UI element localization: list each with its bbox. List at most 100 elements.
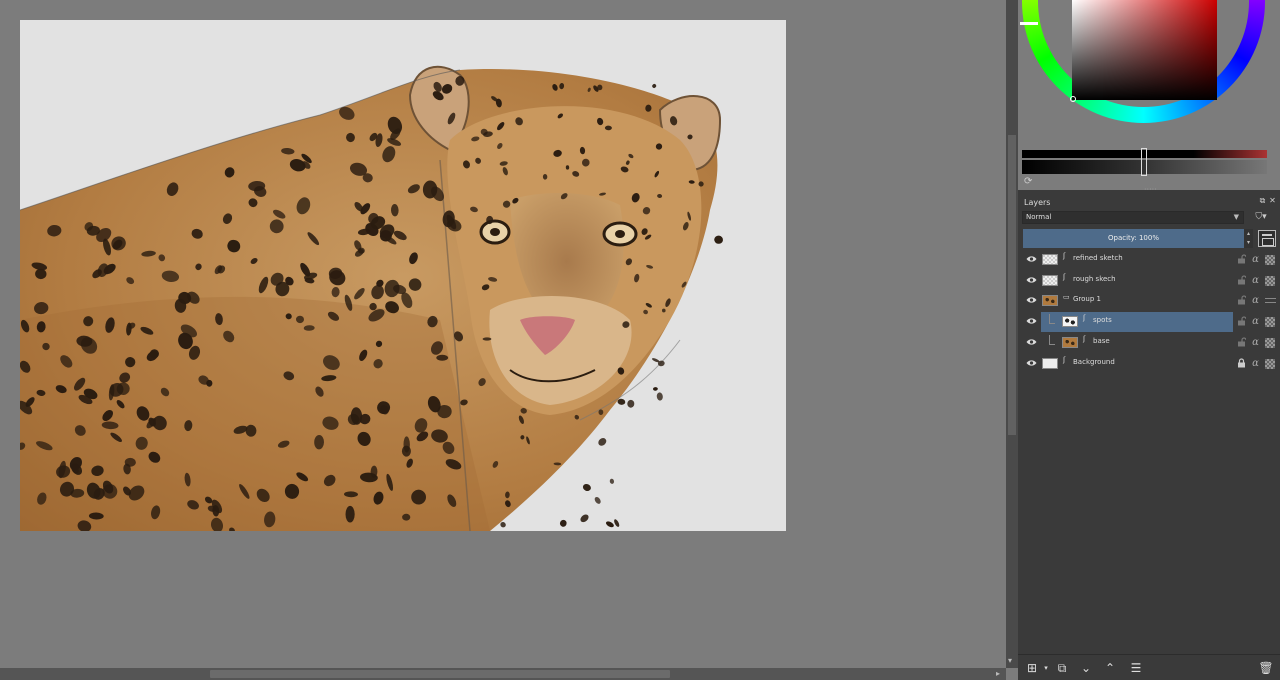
paint-layer-icon: ʃ bbox=[1063, 252, 1066, 260]
layer-row[interactable]: ʃ Background α bbox=[1018, 354, 1280, 374]
layers-toolbar: ⊞ ▾ ⧉ ⌄ ⌃ ☰ 🗑 bbox=[1018, 654, 1280, 680]
layer-name: base bbox=[1093, 336, 1110, 345]
reset-color-icon[interactable]: ⟳ bbox=[1024, 177, 1034, 187]
opacity-slider[interactable]: Opacity: 100% bbox=[1023, 229, 1244, 248]
layer-row[interactable]: ʃ spots α bbox=[1018, 312, 1280, 333]
fur-spot bbox=[580, 514, 589, 523]
tree-indent-icon bbox=[1049, 314, 1055, 325]
krita-window: ▸ ▾ ⟳ ····· Layers ⧉ ✕ Normal ▼ ⛉▾ Opaci… bbox=[0, 0, 1280, 680]
fur-spot bbox=[559, 519, 567, 527]
blend-mode-value: Normal bbox=[1026, 213, 1052, 221]
fur-spot bbox=[149, 349, 159, 359]
move-down-icon[interactable]: ⌄ bbox=[1078, 660, 1094, 676]
fur-spot bbox=[614, 519, 620, 527]
lock-icon[interactable] bbox=[1237, 357, 1246, 368]
inherit-alpha-icon[interactable] bbox=[1265, 358, 1275, 369]
right-docker: ⟳ ····· Layers ⧉ ✕ Normal ▼ ⛉▾ Opacity: … bbox=[1018, 0, 1280, 680]
document-canvas[interactable] bbox=[20, 20, 786, 531]
paint-layer-icon: ʃ bbox=[1063, 355, 1066, 364]
pass-through-icon[interactable] bbox=[1265, 298, 1276, 304]
layer-thumbnail bbox=[1042, 357, 1058, 369]
layers-docker: Layers ⧉ ✕ Normal ▼ ⛉▾ Opacity: 100% ▴ ▾ … bbox=[1018, 194, 1280, 680]
inherit-alpha-icon[interactable] bbox=[1265, 275, 1275, 286]
layer-row[interactable]: ʃ refined sketch α bbox=[1018, 250, 1280, 270]
leopard-painting bbox=[20, 65, 723, 531]
unlock-icon[interactable] bbox=[1237, 254, 1246, 264]
saturation-value-square[interactable] bbox=[1072, 0, 1217, 100]
fur-spot bbox=[656, 392, 663, 401]
inherit-alpha-icon[interactable] bbox=[1265, 337, 1275, 348]
vertical-scrollbar[interactable]: ▾ bbox=[1006, 0, 1018, 668]
eye-icon[interactable] bbox=[1026, 296, 1037, 304]
layer-thumbnail bbox=[1042, 274, 1058, 286]
layers-title: Layers bbox=[1024, 198, 1051, 207]
paint-layer-icon: ʃ bbox=[1063, 272, 1066, 281]
unlock-icon[interactable] bbox=[1237, 275, 1246, 285]
layer-name: spots bbox=[1093, 316, 1112, 325]
horizontal-scrollbar[interactable]: ▸ bbox=[0, 668, 1006, 680]
layer-thumbnail bbox=[1042, 254, 1058, 265]
fur-spot bbox=[652, 84, 657, 88]
properties-icon[interactable]: ☰ bbox=[1128, 660, 1144, 676]
trash-icon[interactable]: 🗑 bbox=[1258, 660, 1274, 676]
layer-name: rough skech bbox=[1073, 274, 1116, 283]
shade-marker[interactable] bbox=[1141, 148, 1147, 176]
fur-spot bbox=[609, 478, 615, 484]
advanced-color-selector[interactable]: ⟳ ····· bbox=[1018, 0, 1280, 190]
layer-name: refined sketch bbox=[1073, 254, 1123, 262]
hue-marker[interactable] bbox=[1020, 22, 1038, 25]
fur-spot bbox=[582, 483, 591, 492]
layer-properties-icon[interactable] bbox=[1258, 230, 1276, 247]
alpha-lock-icon[interactable]: α bbox=[1250, 254, 1261, 265]
eye-icon[interactable] bbox=[1026, 317, 1037, 325]
eye-icon[interactable] bbox=[1026, 359, 1037, 367]
close-docker-icon[interactable]: ✕ bbox=[1268, 196, 1277, 205]
fur-spot bbox=[345, 505, 355, 523]
float-docker-icon[interactable]: ⧉ bbox=[1258, 196, 1267, 205]
canvas-viewport[interactable] bbox=[0, 0, 1006, 668]
add-layer-menu-icon[interactable]: ▾ bbox=[1038, 660, 1054, 676]
color-cursor[interactable] bbox=[1070, 96, 1076, 102]
scroll-right-icon[interactable]: ▸ bbox=[996, 669, 1000, 679]
alpha-lock-icon[interactable]: α bbox=[1250, 275, 1261, 286]
chevron-down-icon: ▼ bbox=[1233, 213, 1239, 221]
fur-spot bbox=[605, 521, 614, 528]
layer-thumbnail bbox=[1042, 295, 1058, 307]
alpha-lock-icon[interactable]: α bbox=[1250, 337, 1261, 348]
tree-indent-icon bbox=[1049, 334, 1055, 345]
alpha-lock-icon[interactable]: α bbox=[1250, 358, 1261, 369]
filter-icon[interactable]: ⛉▾ bbox=[1247, 211, 1275, 224]
fur-spot bbox=[482, 337, 492, 341]
fur-spot bbox=[436, 354, 449, 361]
layer-name: Group 1 bbox=[1073, 295, 1101, 304]
layer-list: ʃ refined sketch α ʃ rough skech α ▭ Group 1αʃs… bbox=[1018, 250, 1280, 650]
eye-icon[interactable] bbox=[1026, 255, 1037, 263]
scrollbar-thumb[interactable] bbox=[1008, 135, 1016, 435]
move-up-icon[interactable]: ⌃ bbox=[1102, 660, 1118, 676]
alpha-lock-icon[interactable]: α bbox=[1250, 295, 1261, 306]
docker-grip-icon[interactable]: ····· bbox=[1144, 186, 1157, 191]
opacity-spinner[interactable]: ▴ ▾ bbox=[1244, 229, 1253, 248]
fur-spot bbox=[627, 399, 635, 408]
blend-mode-select[interactable]: Normal ▼ bbox=[1022, 211, 1244, 224]
group-layer-icon: ▭ bbox=[1063, 293, 1070, 302]
eye-icon[interactable] bbox=[1026, 276, 1037, 284]
inherit-alpha-icon[interactable] bbox=[1265, 255, 1275, 265]
fur-spot bbox=[714, 235, 723, 244]
layer-row[interactable]: ʃ base α bbox=[1018, 333, 1280, 353]
layer-row[interactable]: ʃ rough skech α bbox=[1018, 271, 1280, 291]
layer-thumbnail bbox=[1062, 316, 1078, 328]
duplicate-layer-icon[interactable]: ⧉ bbox=[1054, 660, 1070, 676]
paint-layer-icon: ʃ bbox=[1083, 314, 1086, 323]
unlock-icon[interactable] bbox=[1237, 337, 1246, 347]
scrollbar-thumb[interactable] bbox=[210, 670, 670, 678]
alpha-lock-icon[interactable]: α bbox=[1250, 316, 1261, 327]
eye-icon[interactable] bbox=[1026, 338, 1037, 346]
unlock-icon[interactable] bbox=[1237, 316, 1246, 326]
layer-row[interactable]: ▭ Group 1 α bbox=[1018, 291, 1280, 311]
fur-spot bbox=[653, 387, 658, 391]
unlock-icon[interactable] bbox=[1237, 295, 1246, 305]
scroll-down-icon[interactable]: ▾ bbox=[1008, 656, 1012, 666]
inherit-alpha-icon[interactable] bbox=[1265, 317, 1275, 328]
fur-spot bbox=[486, 215, 494, 225]
